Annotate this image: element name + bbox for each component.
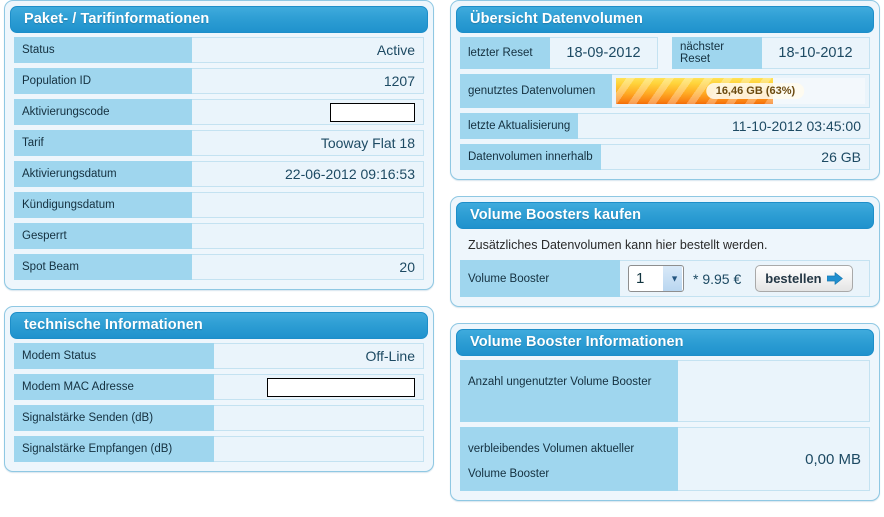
row-value-population-id: 1207: [192, 68, 424, 94]
left-column: Paket- / Tarifinformationen Status Activ…: [4, 0, 434, 488]
table-row: Spot Beam 20: [14, 254, 424, 280]
table-row: Gesperrt: [14, 223, 424, 249]
row-value-aktivierungsdatum: 22-06-2012 09:16:53: [192, 161, 424, 187]
panel-technische-informationen: technische Informationen Modem Status Of…: [4, 306, 434, 472]
row-label-anzahl-ungenutzter-volume-booster: Anzahl ungenutzter Volume Booster: [460, 360, 678, 422]
row-value-gesperrt: [192, 223, 424, 249]
panel-title-tarifinformationen: Paket- / Tarifinformationen: [10, 6, 428, 33]
panel-title-volume-booster-informationen: Volume Booster Informationen: [456, 329, 874, 356]
row-label-aktivierungsdatum: Aktivierungsdatum: [14, 161, 192, 187]
row-value-purchase-controls: 1 2 3 4 5 ▼ * 9.95 € bestellen: [620, 260, 870, 297]
row-value-signalstaerke-empfangen: [214, 436, 424, 462]
row-label-letzte-aktualisierung: letzte Aktualisierung: [460, 113, 579, 139]
row-value-letzter-reset: 18-09-2012: [550, 37, 658, 69]
row-value-aktivierungscode: [192, 99, 424, 125]
row-label-population-id: Population ID: [14, 68, 192, 94]
row-value-tarif: Tooway Flat 18: [192, 130, 424, 156]
row-value-spot-beam: 20: [192, 254, 424, 280]
order-button[interactable]: bestellen: [755, 265, 853, 292]
row-label-spot-beam: Spot Beam: [14, 254, 192, 280]
quantity-select[interactable]: 1 2 3 4 5: [628, 265, 684, 292]
panel-uebersicht-datenvolumen: Übersicht Datenvolumen letzter Reset 18-…: [450, 0, 880, 180]
panel-body-volume-boosters-kaufen: Zusätzliches Datenvolumen kann hier best…: [456, 229, 874, 297]
table-row: Signalstärke Empfangen (dB): [14, 436, 424, 462]
row-label-volume-booster: Volume Booster: [460, 260, 620, 297]
panel-title-uebersicht-datenvolumen: Übersicht Datenvolumen: [456, 6, 874, 33]
row-value-genutztes-datenvolumen: 16,46 GB (63%): [612, 74, 870, 108]
table-row: Modem MAC Adresse: [14, 374, 424, 400]
row-value-verbleibendes-volumen: 0,00 MB: [678, 427, 870, 491]
row-label-signalstaerke-empfangen: Signalstärke Empfangen (dB): [14, 436, 214, 462]
panel-body-technische-informationen: Modem Status Off-Line Modem MAC Adresse …: [10, 339, 428, 462]
table-row: Kündigungsdatum: [14, 192, 424, 218]
row-label-signalstaerke-senden: Signalstärke Senden (dB): [14, 405, 214, 431]
row-label-status: Status: [14, 37, 192, 63]
row-value-status: Active: [192, 37, 424, 63]
row-label-tarif: Tarif: [14, 130, 192, 156]
last-reset-group: letzter Reset 18-09-2012: [460, 37, 658, 69]
row-label-modem-mac-adresse: Modem MAC Adresse: [14, 374, 214, 400]
row-value-modem-mac-adresse: [214, 374, 424, 400]
table-row: Signalstärke Senden (dB): [14, 405, 424, 431]
reset-dates-row: letzter Reset 18-09-2012 nächster Reset …: [460, 37, 870, 69]
row-label-verbleibendes-volumen: verbleibendes Volumen aktueller Volume B…: [460, 427, 678, 491]
row-label-genutztes-datenvolumen: genutztes Datenvolumen: [460, 74, 612, 108]
row-label-kuendigungsdatum: Kündigungsdatum: [14, 192, 192, 218]
panel-tarifinformationen: Paket- / Tarifinformationen Status Activ…: [4, 0, 434, 290]
row-label-line-2: Volume Booster: [468, 468, 550, 480]
arrow-right-icon: [826, 272, 843, 285]
table-row: Status Active: [14, 37, 424, 63]
table-row: verbleibendes Volumen aktueller Volume B…: [460, 427, 870, 491]
table-row: letzte Aktualisierung 11-10-2012 03:45:0…: [460, 113, 870, 139]
next-reset-group: nächster Reset 18-10-2012: [672, 37, 870, 69]
panel-volume-boosters-kaufen: Volume Boosters kaufen Zusätzliches Date…: [450, 196, 880, 307]
row-value-signalstaerke-senden: [214, 405, 424, 431]
row-label-letzter-reset: letzter Reset: [460, 37, 550, 69]
row-value-kuendigungsdatum: [192, 192, 424, 218]
panel-body-uebersicht-datenvolumen: letzter Reset 18-09-2012 nächster Reset …: [456, 33, 874, 170]
row-label-gesperrt: Gesperrt: [14, 223, 192, 249]
table-row-usage: genutztes Datenvolumen 16,46 GB (63%): [460, 74, 870, 108]
table-row: Datenvolumen innerhalb 26 GB: [460, 144, 870, 170]
data-usage-progressbar: 16,46 GB (63%): [616, 78, 865, 104]
row-label-modem-status: Modem Status: [14, 343, 214, 369]
row-value-anzahl-ungenutzter-volume-booster: [678, 360, 870, 422]
row-label-datenvolumen-innerhalb: Datenvolumen innerhalb: [460, 144, 601, 170]
table-row: Population ID 1207: [14, 68, 424, 94]
panel-title-volume-boosters-kaufen: Volume Boosters kaufen: [456, 202, 874, 229]
row-label-naechster-reset: nächster Reset: [672, 37, 762, 69]
panel-body-volume-booster-informationen: Anzahl ungenutzter Volume Booster verble…: [456, 356, 874, 491]
quantity-select-wrap: 1 2 3 4 5 ▼: [628, 265, 684, 292]
price-label: * 9.95 €: [693, 270, 742, 287]
table-row: Aktivierungscode: [14, 99, 424, 125]
purchase-hint-text: Zusätzliches Datenvolumen kann hier best…: [468, 238, 768, 252]
aktivierungscode-input[interactable]: [330, 102, 415, 122]
table-row: Tarif Tooway Flat 18: [14, 130, 424, 156]
table-row-purchase: Volume Booster 1 2 3 4 5 ▼: [460, 260, 870, 297]
panel-body-tarifinformationen: Status Active Population ID 1207 Aktivie…: [10, 33, 428, 280]
table-row: Modem Status Off-Line: [14, 343, 424, 369]
panel-volume-booster-informationen: Volume Booster Informationen Anzahl unge…: [450, 323, 880, 501]
right-column: Übersicht Datenvolumen letzter Reset 18-…: [450, 0, 880, 517]
row-value-datenvolumen-innerhalb: 26 GB: [600, 144, 870, 170]
page-root: Paket- / Tarifinformationen Status Activ…: [0, 0, 884, 516]
row-value-modem-status: Off-Line: [214, 343, 424, 369]
row-label-line-1: verbleibendes Volumen aktueller: [468, 443, 635, 455]
modem-mac-adresse-input[interactable]: [267, 377, 415, 397]
row-value-letzte-aktualisierung: 11-10-2012 03:45:00: [578, 113, 870, 139]
data-usage-progress-label: 16,46 GB (63%): [706, 83, 805, 99]
order-button-label: bestellen: [765, 271, 822, 286]
table-row: Anzahl ungenutzter Volume Booster: [460, 360, 870, 422]
row-value-naechster-reset: 18-10-2012: [762, 37, 870, 69]
panel-title-technische-informationen: technische Informationen: [10, 312, 428, 339]
row-label-aktivierungscode: Aktivierungscode: [14, 99, 192, 125]
table-row: Aktivierungsdatum 22-06-2012 09:16:53: [14, 161, 424, 187]
